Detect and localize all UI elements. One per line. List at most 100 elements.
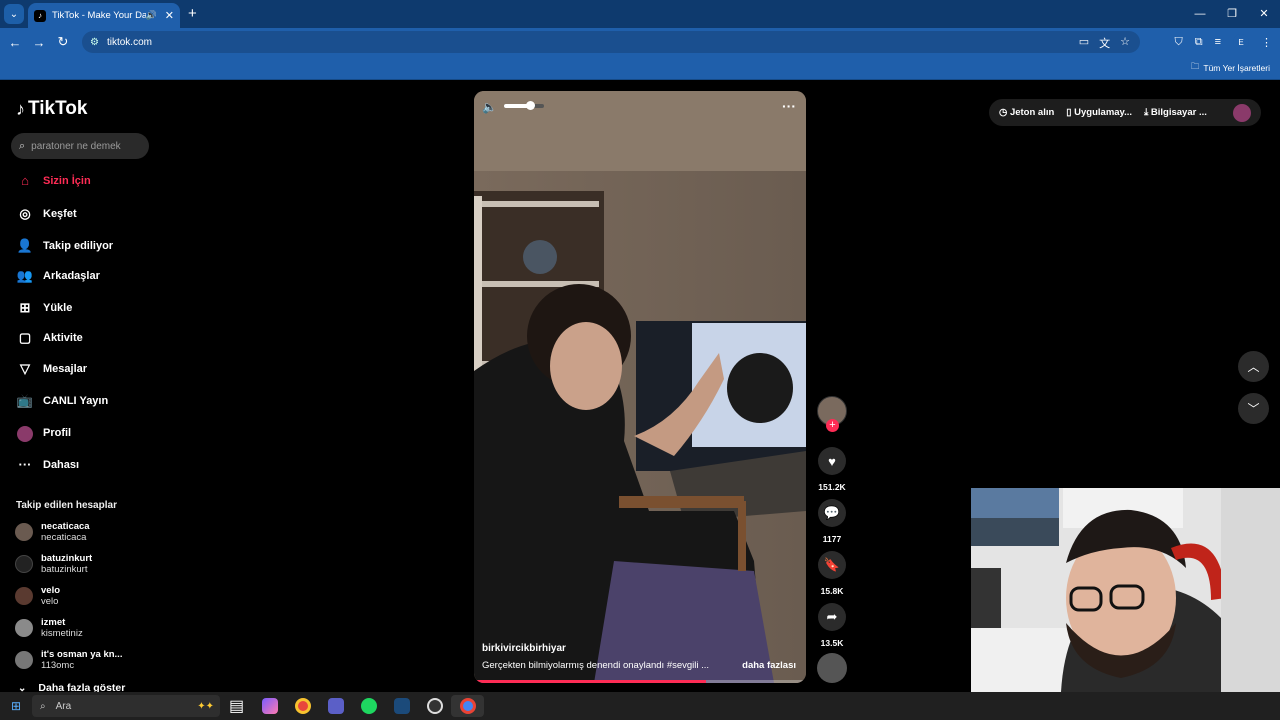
address-bar[interactable]: ⚙ tiktok.com ▭ 文 ☆ — [82, 31, 1140, 53]
video-frame — [474, 91, 806, 683]
comment-count: 1177 — [822, 534, 842, 544]
bookmarks-bar: 🗀 Tüm Yer İşaretleri — [0, 56, 1280, 80]
following-account[interactable]: velo velo — [15, 585, 60, 607]
nav-messages[interactable]: ▽ Mesajlar — [16, 361, 87, 377]
tiktok-note-icon: ♪ — [16, 98, 25, 119]
following-account[interactable]: izmet kismetiniz — [15, 617, 83, 639]
all-bookmarks-label: Tüm Yer İşaretleri — [1203, 63, 1270, 73]
caption-more-button[interactable]: daha fazlası — [742, 660, 796, 671]
back-button[interactable]: ← — [3, 35, 27, 50]
download-icon: ⤓ — [1144, 107, 1149, 118]
following-account[interactable]: necaticaca necaticaca — [15, 521, 90, 543]
tab-search-button[interactable]: ⌄ — [4, 4, 24, 24]
all-bookmarks-button[interactable]: 🗀 Tüm Yer İşaretleri — [1191, 61, 1270, 75]
share-button[interactable]: ➦ — [818, 603, 846, 631]
user-avatar[interactable] — [1233, 103, 1251, 122]
get-coins-label: Jeton alın — [1009, 107, 1055, 118]
like-button[interactable]: ♥ — [818, 447, 846, 475]
get-coins-button[interactable]: ◷ Jeton alın — [999, 107, 1054, 118]
video-progress-bar[interactable] — [474, 680, 806, 683]
chevron-down-icon: ﹀ — [1247, 402, 1260, 416]
browser-tab[interactable]: ♪ TikTok - Make Your Day 🔊 ✕ — [28, 3, 180, 28]
windows-start-icon[interactable]: ⊞ — [0, 699, 32, 713]
copilot-icon[interactable] — [253, 695, 286, 717]
reload-button[interactable]: ↻ — [51, 34, 75, 50]
nav-label: Keşfet — [43, 208, 77, 220]
bookmark-star-icon[interactable]: ☆ — [1120, 35, 1130, 51]
close-window-button[interactable]: ✕ — [1248, 0, 1280, 28]
shield-extension-icon[interactable]: ⛉ — [1174, 36, 1182, 49]
volume-knob[interactable] — [526, 101, 535, 110]
sparkle-icon: ✦✦ — [197, 700, 214, 712]
account-name: velo — [41, 585, 61, 596]
logo-text: TikTok — [28, 98, 88, 119]
following-account[interactable]: batuzinkurt batuzinkurt — [15, 553, 92, 575]
next-video-button[interactable]: ﹀ — [1238, 393, 1269, 424]
nav-label: Aktivite — [43, 332, 83, 344]
nav-live[interactable]: 📺 CANLI Yayın — [16, 393, 108, 409]
account-handle: 113omc — [41, 660, 75, 671]
volume-slider[interactable] — [504, 101, 544, 110]
audio-playing-icon[interactable]: 🔊 — [146, 10, 157, 21]
coin-icon: ◷ — [999, 107, 1008, 118]
comment-button[interactable]: 💬 — [818, 499, 846, 527]
save-count: 15.8K — [820, 586, 844, 596]
nav-activity[interactable]: ▢ Aktivite — [16, 330, 83, 346]
following-account[interactable]: it's osman ya kn... 113omc — [15, 649, 122, 671]
chrome-active-icon[interactable] — [451, 695, 484, 717]
account-handle: batuzinkurt — [41, 564, 88, 575]
tab-close-icon[interactable]: ✕ — [165, 9, 174, 22]
nav-label: Profil — [43, 427, 72, 440]
user-follow-icon: 👤 — [16, 238, 34, 253]
site-info-icon[interactable]: ⚙ — [90, 37, 99, 48]
new-tab-button[interactable]: + — [188, 5, 197, 22]
tiktok-logo[interactable]: ♪ TikTok — [16, 98, 87, 120]
save-button[interactable]: 🔖 — [818, 551, 846, 579]
nav-explore[interactable]: ◎ Keşfet — [16, 206, 77, 222]
video-player[interactable]: 🔈 ··· birkivircikbirhiyar Gerçekten bilm… — [474, 91, 806, 683]
spotify-icon[interactable] — [352, 695, 385, 717]
extensions-puzzle-icon[interactable]: ⧉ — [1195, 36, 1203, 49]
media-control-icon[interactable]: ≡ — [1215, 36, 1221, 48]
cast-icon[interactable]: ▭ — [1079, 35, 1089, 51]
share-icon: ➦ — [826, 609, 838, 624]
account-name: batuzinkurt — [41, 553, 93, 564]
search-input[interactable]: ⌕ paratoner ne demek — [11, 133, 149, 159]
task-view-icon[interactable]: ▤ — [220, 695, 253, 717]
pc-app-button[interactable]: ⤓ Bilgisayar ... — [1144, 107, 1207, 118]
volume-icon[interactable]: 🔈 — [482, 100, 497, 114]
webcam-overlay — [971, 488, 1280, 692]
steam-icon[interactable] — [385, 695, 418, 717]
get-app-button[interactable]: ▯ Uygulamay... — [1066, 107, 1132, 118]
nav-label: Sizin İçin — [43, 174, 91, 187]
restore-button[interactable]: ❐ — [1216, 0, 1248, 28]
chrome-icon[interactable] — [286, 695, 319, 717]
video-more-menu-icon[interactable]: ··· — [782, 98, 796, 114]
nav-label: Arkadaşlar — [43, 270, 100, 282]
nav-label: CANLI Yayın — [43, 395, 109, 407]
windows-taskbar: ⊞ ⌕ Ara ✦✦ ▤ — [0, 692, 1280, 720]
nav-for-you[interactable]: ⌂ Sizin İçin — [16, 173, 91, 188]
account-name: it's osman ya kn... — [41, 649, 123, 660]
obs-icon[interactable] — [418, 695, 451, 717]
teams-icon[interactable] — [319, 695, 352, 717]
nav-upload[interactable]: ⊞ Yükle — [16, 300, 73, 316]
follow-plus-icon[interactable]: + — [826, 419, 839, 432]
music-disc-avatar[interactable] — [817, 653, 847, 683]
previous-video-button[interactable]: ︿ — [1238, 351, 1269, 382]
browser-menu-icon[interactable]: ⋮ — [1261, 36, 1272, 49]
minimize-button[interactable]: — — [1184, 0, 1216, 28]
pc-app-label: Bilgisayar ... — [1150, 107, 1207, 118]
upload-icon: ⊞ — [19, 300, 31, 315]
nav-following[interactable]: 👤 Takip ediliyor — [16, 238, 113, 254]
video-author[interactable]: birkivircikbirhiyar — [482, 643, 566, 654]
nav-friends[interactable]: 👥 Arkadaşlar — [16, 268, 100, 284]
nav-profile[interactable]: Profil — [16, 425, 71, 442]
forward-button[interactable]: → — [27, 35, 51, 50]
nav-more[interactable]: ··· Dahası — [16, 457, 80, 472]
translate-icon[interactable]: 文 — [1099, 35, 1110, 51]
taskbar-search[interactable]: ⌕ Ara ✦✦ — [32, 695, 220, 717]
avatar — [15, 587, 33, 605]
share-count: 13.5K — [820, 638, 844, 648]
profile-icon[interactable]: E — [1233, 34, 1249, 50]
